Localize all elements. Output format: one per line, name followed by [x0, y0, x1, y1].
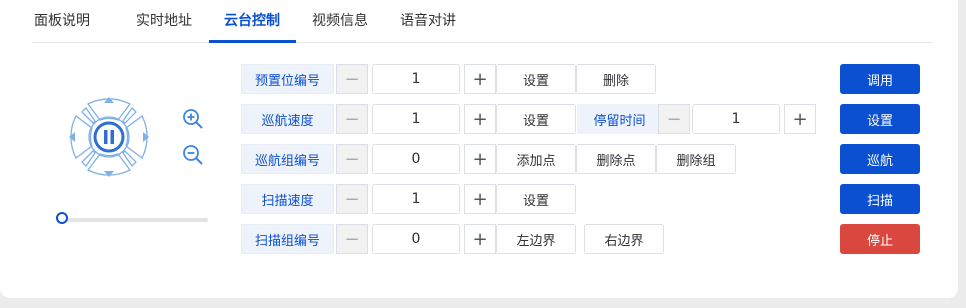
preset-decrement-button[interactable]: −	[336, 64, 368, 94]
delete-point-button[interactable]: 删除点	[576, 144, 656, 174]
cruise-speed-increment-button[interactable]: +	[464, 104, 496, 134]
set-cruise-button[interactable]: 设置	[840, 104, 920, 134]
preset-increment-button[interactable]: +	[464, 64, 496, 94]
dwell-time-increment-button[interactable]: +	[784, 104, 816, 134]
scan-button[interactable]: 扫描	[840, 184, 920, 214]
right-border-button[interactable]: 右边界	[584, 224, 664, 254]
tab-ptz-control[interactable]: 云台控制	[224, 10, 280, 30]
active-tab-indicator	[209, 40, 296, 43]
scan-group-decrement-button[interactable]: −	[336, 224, 368, 254]
stop-button[interactable]: 停止	[840, 224, 920, 254]
dwell-time-decrement-button[interactable]: −	[658, 104, 690, 134]
cruise-group-increment-button[interactable]: +	[464, 144, 496, 174]
ptz-direction-pad	[69, 97, 149, 177]
add-point-button[interactable]: 添加点	[496, 144, 576, 174]
tab-panel-description[interactable]: 面板说明	[34, 10, 90, 30]
ptz-speed-slider-track[interactable]	[62, 218, 208, 222]
zoom-in-icon[interactable]	[182, 108, 204, 130]
scan-group-label: 扫描组编号	[241, 224, 334, 254]
cruise-button[interactable]: 巡航	[840, 144, 920, 174]
cruise-group-decrement-button[interactable]: −	[336, 144, 368, 174]
preset-number-label: 预置位编号	[241, 64, 334, 94]
preset-delete-button[interactable]: 删除	[576, 64, 656, 94]
call-preset-button[interactable]: 调用	[840, 64, 920, 94]
tab-realtime-address[interactable]: 实时地址	[136, 10, 192, 30]
preset-set-button[interactable]: 设置	[496, 64, 576, 94]
dwell-time-input[interactable]: 1	[692, 104, 780, 134]
left-border-button[interactable]: 左边界	[496, 224, 576, 254]
cruise-speed-input[interactable]: 1	[372, 104, 460, 134]
cruise-group-label: 巡航组编号	[241, 144, 334, 174]
scan-speed-set-button[interactable]: 设置	[496, 184, 576, 214]
cruise-group-input[interactable]: 0	[372, 144, 460, 174]
scan-speed-increment-button[interactable]: +	[464, 184, 496, 214]
scan-group-increment-button[interactable]: +	[464, 224, 496, 254]
scan-group-input[interactable]: 0	[372, 224, 460, 254]
tab-video-info[interactable]: 视频信息	[312, 10, 368, 30]
cruise-speed-set-button[interactable]: 设置	[496, 104, 576, 134]
preset-number-input[interactable]: 1	[372, 64, 460, 94]
ptz-center-pause-button[interactable]	[93, 121, 125, 153]
scan-speed-input[interactable]: 1	[372, 184, 460, 214]
tab-voice-intercom[interactable]: 语音对讲	[400, 10, 456, 30]
zoom-out-icon[interactable]	[182, 144, 204, 166]
scan-speed-decrement-button[interactable]: −	[336, 184, 368, 214]
ptz-speed-slider-thumb[interactable]	[56, 212, 68, 224]
scan-speed-label: 扫描速度	[241, 184, 334, 214]
cruise-speed-label: 巡航速度	[241, 104, 334, 134]
delete-group-button[interactable]: 删除组	[656, 144, 736, 174]
dwell-time-label: 停留时间	[577, 104, 662, 134]
ptz-panel: 面板说明 实时地址 云台控制 视频信息 语音对讲 预置位编号 − 1 + 设置 …	[0, 0, 958, 298]
cruise-speed-decrement-button[interactable]: −	[336, 104, 368, 134]
